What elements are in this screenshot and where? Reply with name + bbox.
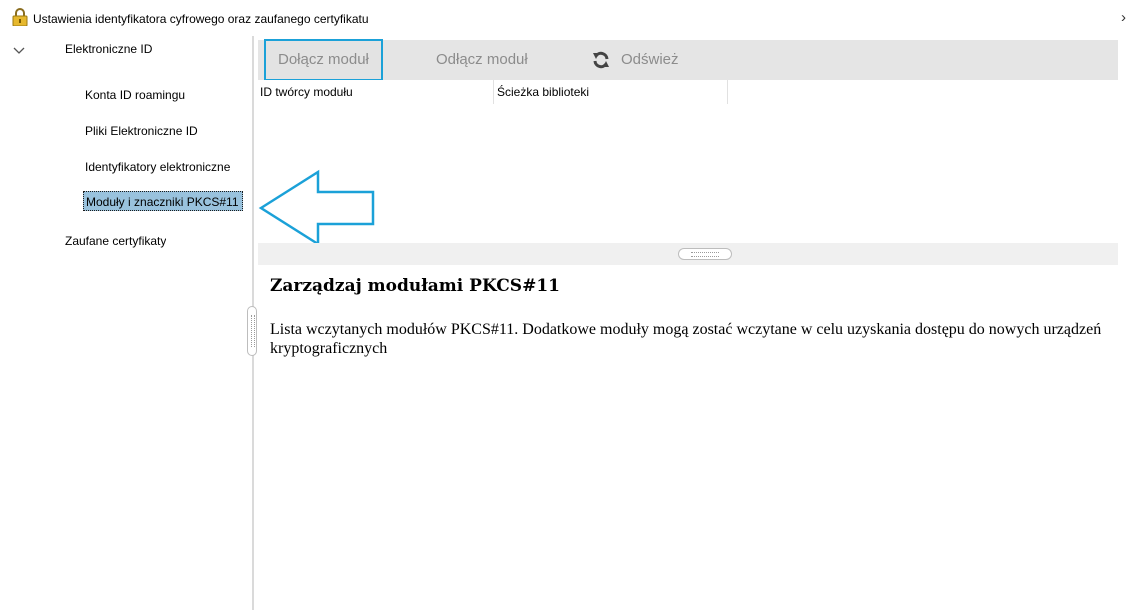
column-separator[interactable] [727, 80, 728, 104]
vertical-splitter-handle[interactable] [247, 306, 257, 356]
window-titlebar: Ustawienia identyfikatora cyfrowego oraz… [0, 0, 1132, 36]
modules-table-header: ID twórcy modułu Ścieżka biblioteki [258, 80, 1118, 104]
sidebar-item-trusted-certificates[interactable]: Zaufane certyfikaty [65, 234, 166, 248]
sidebar-item-pkcs11-modules[interactable]: Moduły i znaczniki PKCS#11 [83, 191, 243, 211]
window-title: Ustawienia identyfikatora cyfrowego oraz… [33, 12, 369, 26]
detach-module-button[interactable]: Odłącz moduł [436, 40, 528, 80]
more-chevron-icon[interactable]: › [1121, 9, 1126, 26]
lock-icon [12, 8, 28, 26]
module-toolbar: Dołącz moduł Odłącz moduł Odśwież [258, 39, 1118, 81]
refresh-button[interactable]: Odśwież [621, 40, 679, 80]
description-title: Zarządzaj modułami PKCS#11 [270, 276, 560, 296]
column-separator[interactable] [493, 80, 494, 104]
attach-module-button[interactable]: Dołącz moduł [264, 39, 383, 81]
chevron-down-icon[interactable] [13, 46, 25, 56]
horizontal-splitter-handle[interactable] [678, 248, 732, 260]
sidebar-item-electronic-id[interactable]: Elektroniczne ID [65, 42, 152, 56]
refresh-icon[interactable] [591, 50, 611, 70]
column-header-library-path[interactable]: Ścieżka biblioteki [497, 85, 589, 99]
sidebar-tree: Elektroniczne ID Konta ID roamingu Pliki… [0, 36, 252, 610]
column-header-module-manufacturer-id[interactable]: ID twórcy modułu [260, 85, 353, 99]
sidebar-item-roaming-id[interactable]: Konta ID roamingu [85, 88, 185, 102]
description-text: Lista wczytanych modułów PKCS#11. Dodatk… [270, 321, 1102, 357]
sidebar-item-electronic-identifiers[interactable]: Identyfikatory elektroniczne [85, 160, 247, 174]
sidebar-item-id-files[interactable]: Pliki Elektroniczne ID [85, 124, 198, 138]
arrow-left-icon [258, 169, 375, 247]
